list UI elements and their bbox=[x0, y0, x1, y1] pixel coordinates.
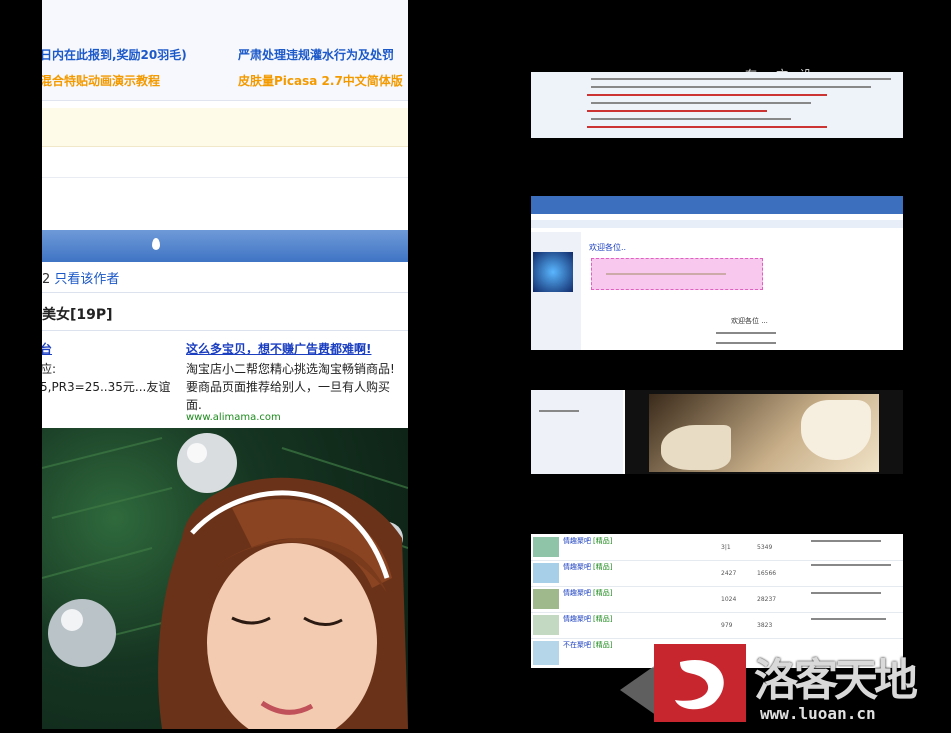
thumbnail-forum-post[interactable]: 欢迎各位.. 欢迎各位 ... bbox=[531, 196, 903, 350]
ad-text: 淘宝店小二帮您精心挑选淘宝畅销商品! bbox=[186, 362, 395, 376]
announcement-link[interactable]: 皮肤量Picasa 2.7中文简体版 bbox=[238, 72, 403, 89]
logo-brand-text: 洛客天地 bbox=[754, 655, 918, 706]
post-meta: 2 只看该作者 bbox=[42, 268, 119, 287]
announcement-link[interactable]: 严肃处理违规灌水行为及处罚 bbox=[238, 46, 394, 63]
divider bbox=[42, 330, 408, 331]
thread-row[interactable]: 情趣聚吧 [精品] 1024 28237 bbox=[531, 586, 903, 613]
thread-row[interactable]: 情趣聚吧 [精品] 3|1 5349 bbox=[531, 534, 903, 561]
ad-text: 面. bbox=[186, 398, 202, 412]
blank-row bbox=[42, 178, 408, 230]
thread-row[interactable]: 情趣聚吧 [精品] 979 3823 bbox=[531, 612, 903, 639]
announcement-link[interactable]: 日内在此报到,奖励20羽毛) bbox=[42, 46, 187, 63]
drop-icon bbox=[152, 238, 160, 250]
post-title: 美女[19P] bbox=[42, 307, 113, 323]
photo-illustration bbox=[42, 433, 408, 729]
thumbnail-image-post[interactable] bbox=[531, 390, 903, 474]
thumb-post-title: 欢迎各位.. bbox=[589, 243, 627, 252]
floor-number: 2 bbox=[42, 272, 51, 287]
ad-text: 应: bbox=[42, 362, 57, 376]
ad-link[interactable]: 台 bbox=[42, 340, 52, 357]
notice-strip bbox=[42, 108, 408, 147]
post-photo bbox=[42, 428, 408, 729]
thumb-post-caption: 欢迎各位 ... bbox=[731, 317, 768, 325]
ad-text: 要商品页面推荐给别人，一旦有人购买 bbox=[186, 380, 391, 394]
divider bbox=[42, 292, 408, 293]
thumbnail-text-list[interactable] bbox=[531, 72, 903, 138]
ad-url[interactable]: www.alimama.com bbox=[186, 412, 281, 423]
ad-link[interactable]: 这么多宝贝，想不赚广告费都难啊! bbox=[186, 340, 371, 357]
announcement-link[interactable]: 混合特贴动画演示教程 bbox=[42, 72, 160, 89]
ad-text: 5,PR3=25..35元...友谊 bbox=[42, 380, 171, 394]
only-author-link[interactable]: 只看该作者 bbox=[54, 272, 119, 287]
forum-screenshot: 日内在此报到,奖励20羽毛) 严肃处理违规灌水行为及处罚 混合特贴动画演示教程 … bbox=[42, 0, 408, 729]
post-header-bar bbox=[42, 230, 408, 262]
site-logo-watermark: 洛客天地 www.luoan.cn bbox=[620, 642, 951, 729]
announcement-bar: 日内在此报到,奖励20羽毛) 严肃处理违规灌水行为及处罚 混合特贴动画演示教程 … bbox=[42, 0, 408, 101]
blank-row bbox=[42, 147, 408, 178]
logo-url: www.luoan.cn bbox=[760, 704, 876, 723]
